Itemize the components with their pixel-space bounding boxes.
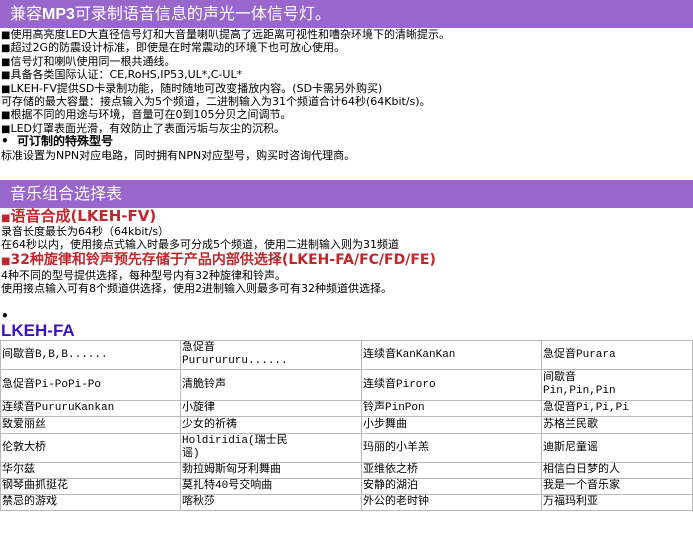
table-cell: 喀秋莎 [180,494,362,512]
table-cell: 莫扎特40号交响曲 [180,478,362,496]
table-cell: 我是一个音乐家 [541,478,693,496]
table-cell: 万福玛利亚 [541,494,693,512]
melody-title: 32种旋律和铃声预先存储于产品内部供选择(LKEH-FA/FC/FD/FE) [1,252,693,269]
table-row: 致爱丽丝 少女的祈祷 小步舞曲 苏格兰民歌 [0,416,693,435]
table-cell: 清脆铃声 [180,369,362,402]
table-cell: 致爱丽丝 [0,416,181,435]
table-cell: 迪斯尼童谣 [541,433,693,464]
feature-item: 具备各类国际认证：CE,RoHS,IP53,UL*,C-UL* [1,68,693,81]
header-bold: MP3 [42,6,75,23]
table-row: 间歇音B,B,B...... 急促音 Pururururu...... 连续音K… [0,340,693,371]
voice-section: 语音合成(LKEH-FV) 录音长度最长为64秒（64kbit/s） 在64秒以… [0,208,693,296]
table-cell: 小旋律 [180,400,362,418]
melody-line: 使用接点输入可有8个频道供选择，使用2进制输入则最多可有32种频道供选择。 [1,282,392,296]
section-header-music: 音乐组合选择表 [0,179,693,208]
table-title: LKEH-FA [1,321,75,341]
table-cell: 连续音KanKanKan [361,340,542,371]
voice-line: 录音长度最长为64秒（64kbit/s） [1,224,170,238]
table-cell: 连续音Piroro [361,369,542,402]
feature-item: 信号灯和喇叭使用同一根共通线。 [1,55,693,68]
table-cell: 勃拉姆斯匈牙利舞曲 [180,462,362,480]
table-cell: 玛丽的小羊羔 [361,433,542,464]
table-cell: 禁忌的游戏 [0,494,181,512]
table-cell: 急促音Purara [541,340,693,371]
table-cell: 华尔兹 [0,462,181,480]
music-header-text: 音乐组合选择表 [10,183,123,203]
table-row: 连续音PururuKankan 小旋律 铃声PinPon 急促音Pi,Pi,Pi [0,400,693,418]
table-cell: 间歇音 Pin,Pin,Pin [541,369,693,402]
bullet: • [1,309,9,324]
custom-model-desc: 标准设置为NPN对应电路，同时拥有NPN对应型号，购买时咨询代理商。 [1,148,356,162]
table-cell: 连续音PururuKankan [0,400,181,418]
table-cell: Holdiridia(瑞士民 谣) [180,433,362,464]
table-cell: 苏格兰民歌 [541,416,693,435]
header-prefix: 兼容 [10,4,43,23]
feature-item: LKEH-FV提供SD卡录制功能，随时随地可改变播放内容。(SD卡需另外购买) [1,82,693,95]
table-cell: 少女的祈祷 [180,416,362,435]
table-row: 禁忌的游戏 喀秋莎 外公的老时钟 万福玛利亚 [0,494,693,512]
feature-item: 可存储的最大容量：接点输入为5个频道，二进制输入为31个频道合计64秒(64Kb… [1,94,431,108]
table-cell: 小步舞曲 [361,416,542,435]
section-header-features: 兼容MP3可录制语音信息的声光一体信号灯。 [0,0,693,28]
feature-item: LED灯罩表面光滑，有效防止了表面污垢与灰尘的沉积。 [1,122,693,135]
table-row: 急促音Pi-PoPi-Po 清脆铃声 连续音Piroro 间歇音 Pin,Pin… [0,369,693,402]
feature-item: 根据不同的用途与环境，音量可在0到105分贝之间调节。 [1,108,693,121]
custom-model-title-text: 可订制的特殊型号 [17,135,114,149]
feature-list: 使用高亮度LED大直径信号灯和大音量喇叭提高了远距离可视性和嘈杂环境下的清晰提示… [0,28,693,162]
feature-item: 使用高亮度LED大直径信号灯和大音量喇叭提高了远距离可视性和嘈杂环境下的清晰提示… [1,28,693,41]
table-cell: 铃声PinPon [361,400,542,418]
table-cell: 急促音Pi-PoPi-Po [0,369,181,402]
table-cell: 伦敦大桥 [0,433,181,464]
table-cell: 相信白日梦的人 [541,462,693,480]
table-cell: 间歇音B,B,B...... [0,340,181,371]
voice-line: 在64秒以内，使用接点式输入时最多可分成5个频道，使用二进制输入则为31频道 [1,238,399,252]
header-suffix: 可录制语音信息的声光一体信号灯。 [74,4,331,23]
table-row: 伦敦大桥 Holdiridia(瑞士民 谣) 玛丽的小羊羔 迪斯尼童谣 [0,433,693,464]
table-cell: 亚维依之桥 [361,462,542,480]
table-row: 钢琴曲抓挺花 莫扎特40号交响曲 安静的湖泊 我是一个音乐家 [0,478,693,496]
feature-item: 超过2G的防震设计标准，即使是在时常震动的环境下也可放心使用。 [1,41,693,54]
melody-line: 4种不同的型号提供选择，每种型号内有32种旋律和铃声。 [1,268,286,282]
voice-title: 语音合成(LKEH-FV) [1,208,693,225]
table-cell: 急促音 Pururururu...... [180,340,362,371]
table-row: 华尔兹 勃拉姆斯匈牙利舞曲 亚维依之桥 相信白日梦的人 [0,462,693,480]
table-cell: 外公的老时钟 [361,494,542,512]
table-cell: 钢琴曲抓挺花 [0,478,181,496]
melody-table: 间歇音B,B,B...... 急促音 Pururururu...... 连续音K… [0,340,693,512]
table-cell: 急促音Pi,Pi,Pi [541,400,693,418]
custom-model-title: • 可订制的特殊型号 [1,135,114,149]
table-cell: 安静的湖泊 [361,478,542,496]
